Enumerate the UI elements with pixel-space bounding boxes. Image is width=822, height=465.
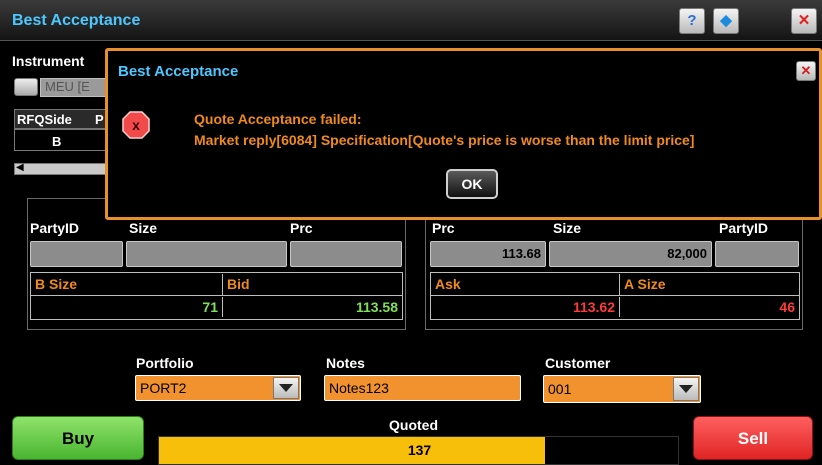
quoted-label: Quoted (389, 417, 438, 433)
sell-button[interactable]: Sell (693, 416, 813, 460)
instrument-toggle[interactable] (14, 78, 38, 96)
rfq-p-header: P (95, 112, 104, 127)
dialog-message-line1: Quote Acceptance failed: (194, 111, 362, 127)
svg-text:x: x (132, 117, 140, 133)
ask-size-field: 82,000 (549, 241, 712, 267)
bid-size-field (126, 241, 287, 267)
ask-table: Ask A Size 113.62 46 (430, 272, 800, 320)
ask-prc-label: Prc (432, 220, 455, 236)
rfq-grid-header: RFQSide P (14, 109, 106, 129)
instrument-label: Instrument (12, 53, 85, 69)
ask-value: 113.62 (431, 297, 620, 317)
ask-size-label: Size (553, 220, 582, 236)
customer-dropdown-button[interactable] (673, 377, 699, 401)
buy-button[interactable]: Buy (12, 416, 144, 460)
notes-input[interactable]: Notes123 (324, 375, 521, 401)
rfq-side-header: RFQSide (17, 112, 72, 127)
settings-icon: ◆ (720, 12, 732, 29)
bid-partyid-field (30, 241, 123, 267)
chevron-down-icon (279, 384, 293, 392)
bid-partyid-label: PartyID (30, 220, 80, 236)
window-title: Best Acceptance (12, 12, 141, 29)
error-icon: x (122, 111, 150, 139)
bid-prc-label: Prc (290, 220, 313, 236)
bid-header: Bid (223, 274, 402, 296)
customer-select[interactable]: 001 (543, 375, 701, 403)
b-size-header: B Size (31, 274, 223, 296)
a-size-header: A Size (620, 274, 799, 296)
bid-prc-field (290, 241, 402, 267)
close-icon: ✕ (797, 12, 811, 29)
ok-button[interactable]: OK (446, 169, 498, 199)
rfq-grid-row[interactable]: B (14, 129, 106, 151)
quoted-value: 137 (407, 442, 432, 458)
bid-table: B Size Bid 71 113.58 (30, 272, 403, 320)
scroll-left-icon[interactable]: ◀ (16, 162, 24, 173)
instrument-field[interactable]: MEU [E (40, 78, 110, 97)
ask-partyid-field (715, 241, 799, 267)
ask-partyid-label: PartyID (719, 220, 769, 236)
help-icon: ? (687, 12, 697, 29)
dialog-message-line2: Market reply[6084] Specification[Quote's… (194, 132, 695, 148)
window-close-button[interactable]: ✕ (791, 8, 817, 34)
rfq-side-cell: B (52, 134, 62, 149)
customer-value: 001 (548, 381, 572, 397)
bid-size-label: Size (129, 220, 158, 236)
customer-label: Customer (545, 355, 611, 371)
bid-value: 113.58 (355, 299, 398, 315)
horizontal-scrollbar[interactable]: ◀ (14, 162, 106, 175)
portfolio-dropdown-button[interactable] (273, 377, 299, 399)
ask-prc-field: 113.68 (430, 241, 546, 267)
quoted-progress: 137 (158, 436, 679, 465)
error-dialog: Best Acceptance ✕ x Quote Acceptance fai… (105, 48, 822, 220)
portfolio-value: PORT2 (140, 380, 187, 396)
help-button[interactable]: ? (679, 8, 705, 34)
portfolio-label: Portfolio (136, 355, 194, 371)
a-size-value: 46 (779, 299, 795, 315)
ask-header: Ask (431, 274, 620, 296)
portfolio-select[interactable]: PORT2 (135, 375, 301, 401)
settings-button[interactable]: ◆ (713, 8, 739, 34)
dialog-title: Best Acceptance (118, 63, 239, 80)
close-icon: ✕ (800, 63, 812, 78)
notes-label: Notes (326, 355, 365, 371)
b-size-value: 71 (31, 297, 223, 317)
dialog-close-button[interactable]: ✕ (796, 61, 816, 81)
chevron-down-icon (679, 385, 693, 393)
